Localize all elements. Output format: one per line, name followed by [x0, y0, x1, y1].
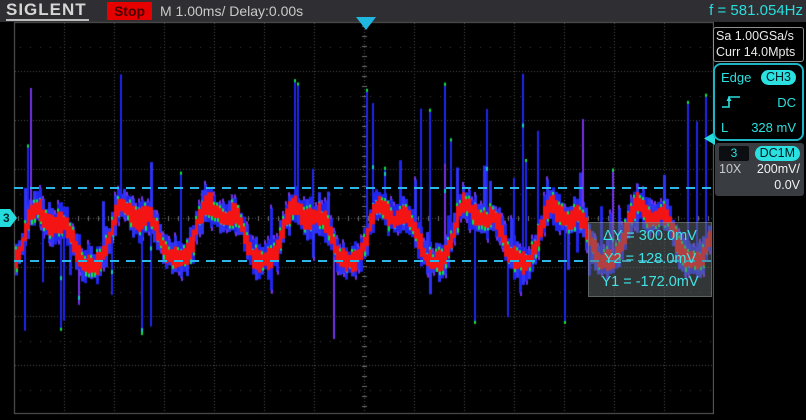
- probe-attenuation: 10X: [719, 162, 741, 176]
- trigger-source-badge: CH3: [761, 70, 796, 85]
- trigger-coupling: DC: [777, 95, 796, 110]
- brand-logo: SIGLENT: [6, 1, 89, 21]
- channel-scale: 200mV/: [757, 162, 800, 176]
- timebase-readout: M 1.00ms/ Delay:0.00s: [160, 0, 303, 22]
- trigger-mode: Edge: [721, 70, 751, 85]
- cursor-delta-y: ΔY = 300.0mV: [589, 225, 711, 248]
- sample-rate: Sa 1.00GSa/s: [716, 28, 801, 44]
- channel-number-chip: 3: [719, 146, 749, 161]
- frequency-counter: f = 581.054Hz: [709, 0, 803, 22]
- oscilloscope-screen: SIGLENT Stop M 1.00ms/ Delay:0.00s f = 5…: [0, 0, 806, 420]
- cursor-y1-value: Y1 = -172.0mV: [589, 271, 711, 294]
- rising-edge-icon: [721, 94, 741, 110]
- cursor-y2-value: Y2 = 128.0mV: [589, 248, 711, 271]
- memory-depth: Curr 14.0Mpts: [716, 44, 801, 60]
- trigger-level-prefix: L: [721, 120, 728, 135]
- cursor-line-y2[interactable]: [14, 187, 714, 189]
- acquisition-panel: Sa 1.00GSa/s Curr 14.0Mpts: [713, 27, 804, 62]
- waveform-display: [0, 20, 714, 420]
- channel-offset: 0.0V: [774, 178, 800, 192]
- trigger-panel[interactable]: Edge CH3 DC L 328 mV: [713, 63, 804, 141]
- trigger-position-marker-icon[interactable]: [356, 17, 376, 30]
- run-state-badge[interactable]: Stop: [107, 2, 152, 20]
- cursor-readout-box: ΔY = 300.0mV Y2 = 128.0mV Y1 = -172.0mV: [588, 222, 712, 297]
- channel3-panel[interactable]: 3 DC1M 10X 200mV/ 0.0V: [715, 143, 804, 196]
- status-bar: SIGLENT Stop M 1.00ms/ Delay:0.00s f = 5…: [0, 0, 806, 22]
- channel-coupling-badge: DC1M: [755, 146, 800, 161]
- trigger-level-value: 328 mV: [751, 120, 796, 135]
